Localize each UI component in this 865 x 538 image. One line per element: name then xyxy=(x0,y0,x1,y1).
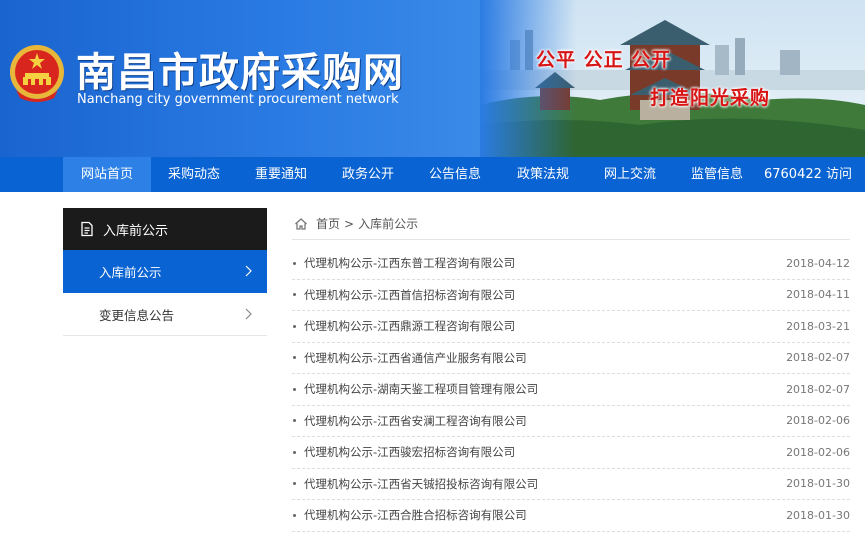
sidebar-heading-label: 入库前公示 xyxy=(103,223,169,239)
article-title[interactable]: 代理机构公示-江西首信招标咨询有限公司 xyxy=(304,287,515,303)
bullet xyxy=(293,482,296,486)
list-item[interactable]: 代理机构公示-江西省安澜工程咨询有限公司 2018-02-06 xyxy=(292,406,850,437)
breadcrumb-current: 入库前公示 xyxy=(358,217,419,231)
breadcrumb-home-link[interactable]: 首页 xyxy=(316,215,340,232)
main-nav: 网站首页 采购动态 重要通知 政务公开 公告信息 政策法规 网上交流 监管信息 … xyxy=(0,157,865,192)
article-date: 2018-02-06 xyxy=(786,414,850,428)
site-subtitle: Nanchang city government procurement net… xyxy=(77,92,399,107)
article-title[interactable]: 代理机构公示-江西省天铖招投标咨询有限公司 xyxy=(304,476,538,492)
article-date: 2018-02-07 xyxy=(786,382,850,396)
visit-counter: 6760422 访问 xyxy=(763,167,853,182)
site-header: 南昌市政府采购网 Nanchang city government procur… xyxy=(0,0,865,157)
article-date: 2018-04-12 xyxy=(786,256,850,270)
sidebar-heading: 入库前公示 xyxy=(63,208,267,250)
article-title[interactable]: 代理机构公示-江西骏宏招标咨询有限公司 xyxy=(304,444,515,460)
sidebar-item-label: 变更信息公告 xyxy=(99,307,175,323)
chevron-right-icon xyxy=(245,265,252,277)
list-item[interactable]: 代理机构公示-江西合胜合招标咨询有限公司 2018-01-30 xyxy=(292,500,850,532)
main-content: 首页 > 入库前公示 代理机构公示-江西东普工程咨询有限公司 2018-04-12… xyxy=(292,208,850,532)
article-list: 代理机构公示-江西东普工程咨询有限公司 2018-04-12 代理机构公示-江西首… xyxy=(292,248,850,532)
article-date: 2018-02-06 xyxy=(786,445,850,459)
article-title[interactable]: 代理机构公示-湖南天鉴工程项目管理有限公司 xyxy=(304,381,538,397)
site-title[interactable]: 南昌市政府采购网 xyxy=(76,40,404,98)
list-item[interactable]: 代理机构公示-江西首信招标咨询有限公司 2018-04-11 xyxy=(292,280,850,311)
slogan-line-2: 打造阳光采购 xyxy=(650,87,771,109)
article-date: 2018-04-11 xyxy=(786,288,850,302)
nav-item-home[interactable]: 网站首页 xyxy=(63,157,151,192)
nav-item-supervision[interactable]: 监管信息 xyxy=(673,157,761,192)
article-date: 2018-03-21 xyxy=(786,319,850,333)
bullet xyxy=(293,324,296,328)
chevron-right-icon xyxy=(245,308,252,320)
list-item[interactable]: 代理机构公示-江西省通信产业服务有限公司 2018-02-07 xyxy=(292,343,850,374)
nav-item-announcements[interactable]: 公告信息 xyxy=(411,157,499,192)
nav-item-government-affairs[interactable]: 政务公开 xyxy=(325,157,411,192)
article-date: 2018-01-30 xyxy=(786,477,850,491)
article-title[interactable]: 代理机构公示-江西省安澜工程咨询有限公司 xyxy=(304,413,527,429)
list-item[interactable]: 代理机构公示-江西东普工程咨询有限公司 2018-04-12 xyxy=(292,248,850,280)
nav-item-important-notice[interactable]: 重要通知 xyxy=(237,157,325,192)
national-emblem-icon[interactable] xyxy=(8,42,66,104)
bullet xyxy=(293,356,296,360)
sidebar-item-label: 入库前公示 xyxy=(99,265,162,280)
list-item[interactable]: 代理机构公示-江西骏宏招标咨询有限公司 2018-02-06 xyxy=(292,437,850,469)
article-date: 2018-01-30 xyxy=(786,508,850,522)
banner-image xyxy=(480,0,865,157)
nav-item-online-exchange[interactable]: 网上交流 xyxy=(587,157,673,192)
bullet xyxy=(293,261,296,265)
list-item[interactable]: 代理机构公示-江西省天铖招投标咨询有限公司 2018-01-30 xyxy=(292,469,850,500)
article-title[interactable]: 代理机构公示-江西东普工程咨询有限公司 xyxy=(304,255,515,271)
bullet xyxy=(293,387,296,391)
breadcrumb: 首页 > 入库前公示 xyxy=(292,208,850,240)
article-title[interactable]: 代理机构公示-江西鼎源工程咨询有限公司 xyxy=(304,318,515,334)
article-date: 2018-02-07 xyxy=(786,351,850,365)
breadcrumb-separator: > xyxy=(344,216,355,231)
bullet xyxy=(293,293,296,297)
nav-item-procurement-news[interactable]: 采购动态 xyxy=(151,157,237,192)
slogan-line-1: 公平 公正 公开 xyxy=(536,49,672,71)
home-icon xyxy=(295,217,307,230)
list-item[interactable]: 代理机构公示-湖南天鉴工程项目管理有限公司 2018-02-07 xyxy=(292,374,850,406)
document-icon xyxy=(81,221,93,237)
article-title[interactable]: 代理机构公示-江西合胜合招标咨询有限公司 xyxy=(304,507,527,523)
bullet xyxy=(293,450,296,454)
sidebar: 入库前公示 入库前公示 变更信息公告 xyxy=(63,208,267,336)
bullet xyxy=(293,513,296,517)
bullet xyxy=(293,419,296,423)
article-title[interactable]: 代理机构公示-江西省通信产业服务有限公司 xyxy=(304,350,527,366)
sidebar-item-pre-storage[interactable]: 入库前公示 xyxy=(63,250,267,293)
nav-item-policies[interactable]: 政策法规 xyxy=(499,157,587,192)
list-item[interactable]: 代理机构公示-江西鼎源工程咨询有限公司 2018-03-21 xyxy=(292,311,850,343)
sidebar-item-change-info[interactable]: 变更信息公告 xyxy=(63,293,267,336)
